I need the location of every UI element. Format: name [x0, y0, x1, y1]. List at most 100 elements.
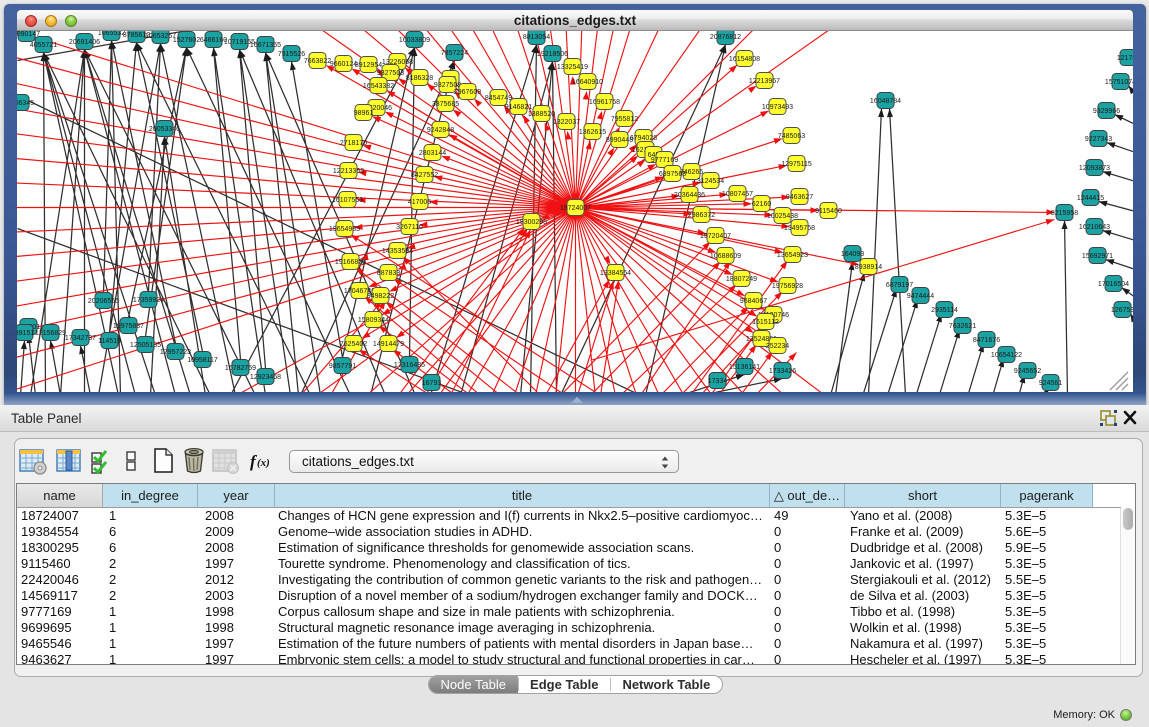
svg-text:16961758: 16961758 [589, 99, 620, 106]
svg-text:15809344: 15809344 [358, 317, 389, 324]
svg-text:12213967: 12213967 [749, 78, 780, 85]
svg-text:9498222: 9498222 [367, 293, 394, 300]
svg-text:14353594: 14353594 [382, 248, 413, 255]
svg-text:9115460: 9115460 [815, 208, 842, 215]
svg-text:16793: 16793 [422, 380, 442, 387]
svg-text:15136141: 15136141 [729, 364, 760, 371]
svg-text:17957223: 17957223 [160, 349, 191, 356]
svg-text:20053346: 20053346 [149, 126, 180, 133]
svg-text:4055721: 4055721 [30, 42, 57, 49]
svg-text:1615112: 1615112 [752, 319, 779, 326]
svg-text:1362615: 1362615 [579, 129, 606, 136]
svg-text:20691406: 20691406 [69, 39, 100, 46]
svg-text:7955812: 7955812 [611, 116, 638, 123]
svg-text:20364436: 20364436 [674, 192, 705, 199]
svg-text:1527602: 1527602 [173, 37, 200, 44]
svg-text:2718176: 2718176 [340, 140, 367, 147]
svg-text:12975115: 12975115 [781, 161, 812, 168]
svg-text:9146821: 9146821 [505, 104, 532, 111]
svg-text:9857791: 9857791 [329, 363, 356, 370]
svg-text:7663822: 7663822 [304, 58, 331, 65]
svg-text:2935114: 2935114 [931, 307, 958, 314]
svg-text:19218506: 19218506 [537, 51, 568, 58]
svg-text:12213363: 12213363 [333, 168, 364, 175]
svg-text:12505135: 12505135 [130, 342, 161, 349]
svg-text:13654923: 13654923 [777, 252, 808, 259]
svg-text:6897568: 6897568 [659, 171, 686, 178]
svg-text:18724007: 18724007 [560, 205, 591, 212]
svg-text:164093: 164093 [841, 251, 864, 258]
svg-text:9245652: 9245652 [1014, 368, 1041, 375]
svg-text:7357224: 7357224 [441, 50, 468, 57]
svg-text:887833: 887833 [377, 270, 400, 277]
svg-text:10807457: 10807457 [722, 191, 753, 198]
svg-text:62160: 62160 [752, 201, 772, 208]
svg-text:16048784: 16048784 [870, 98, 901, 105]
svg-text:924561: 924561 [1039, 380, 1062, 387]
svg-text:121785: 121785 [1117, 55, 1133, 62]
svg-text:126753: 126753 [1111, 307, 1133, 314]
svg-text:252234: 252234 [766, 343, 789, 350]
svg-text:19166825: 19166825 [335, 259, 366, 266]
svg-text:3267110: 3267110 [396, 224, 423, 231]
svg-text:9684067: 9684067 [740, 298, 767, 305]
svg-text:9329966: 9329966 [1093, 108, 1120, 115]
svg-text:16782759: 16782759 [225, 365, 256, 372]
svg-text:9474444: 9474444 [907, 293, 934, 300]
svg-text:15720407: 15720407 [700, 233, 731, 240]
svg-text:19975887: 19975887 [113, 323, 144, 330]
svg-text:2967608: 2967608 [454, 89, 481, 96]
svg-text:18300295: 18300295 [516, 219, 547, 226]
svg-text:10654122: 10654122 [991, 352, 1022, 359]
svg-text:13495758: 13495758 [784, 225, 815, 232]
svg-text:9242848: 9242848 [427, 127, 454, 134]
svg-text:1244415: 1244415 [1077, 195, 1104, 202]
svg-text:16033809: 16033809 [399, 37, 430, 44]
svg-text:10958117: 10958117 [187, 357, 218, 364]
svg-text:8427552: 8427552 [411, 172, 438, 179]
svg-text:8454749: 8454749 [485, 95, 512, 102]
svg-text:12093873: 12093873 [1079, 165, 1110, 172]
svg-text:10025438: 10025438 [767, 213, 798, 220]
svg-text:8912954: 8912954 [355, 62, 382, 69]
svg-text:16671355: 16671355 [250, 42, 281, 49]
svg-text:17016504: 17016504 [1098, 281, 1129, 288]
svg-text:8471676: 8471676 [973, 337, 1000, 344]
svg-text:98961: 98961 [354, 110, 374, 117]
svg-text:1733426: 1733426 [769, 368, 796, 375]
svg-text:1388520: 1388520 [528, 111, 555, 118]
svg-text:10688609: 10688609 [710, 253, 741, 260]
svg-text:6879197: 6879197 [886, 282, 913, 289]
svg-text:7515526: 7515526 [278, 51, 305, 58]
svg-text:2986372: 2986372 [688, 212, 715, 219]
svg-text:20206555: 20206555 [88, 298, 119, 305]
svg-text:2803144: 2803144 [419, 150, 446, 157]
svg-text:417006: 417006 [408, 199, 431, 206]
svg-text:16154808: 16154808 [729, 56, 760, 63]
svg-text:10653267: 10653267 [145, 33, 176, 40]
svg-text:8938914: 8938914 [855, 264, 882, 271]
svg-text:15692971: 15692971 [1082, 253, 1113, 260]
svg-text:8186328: 8186328 [406, 75, 433, 82]
svg-text:114519: 114519 [98, 338, 121, 345]
svg-text:17316485: 17316485 [394, 362, 425, 369]
svg-text:16640910: 16640910 [572, 79, 603, 86]
svg-text:9463627: 9463627 [786, 194, 813, 201]
svg-text:(x): (x) [257, 457, 270, 469]
svg-text:9227343: 9227343 [1085, 136, 1112, 143]
svg-text:15751074: 15751074 [1105, 79, 1133, 86]
svg-text:8813054: 8813054 [523, 34, 550, 41]
svg-text:13384554: 13384554 [600, 270, 631, 277]
svg-text:12923468: 12923468 [250, 374, 281, 381]
svg-text:9777169: 9777169 [651, 157, 678, 164]
svg-text:8215958: 8215958 [1051, 210, 1078, 217]
svg-text:16107553: 16107553 [332, 197, 363, 204]
svg-text:1322037: 1322037 [553, 119, 580, 126]
svg-text:9327508: 9327508 [434, 82, 461, 89]
svg-text:39151: 39151 [17, 330, 34, 337]
svg-text:3124534: 3124534 [697, 178, 724, 185]
svg-text:14914479: 14914479 [373, 341, 404, 348]
svg-text:16210643: 16210643 [1079, 224, 1110, 231]
svg-text:3875685: 3875685 [432, 101, 459, 108]
svg-text:10973493: 10973493 [762, 104, 793, 111]
